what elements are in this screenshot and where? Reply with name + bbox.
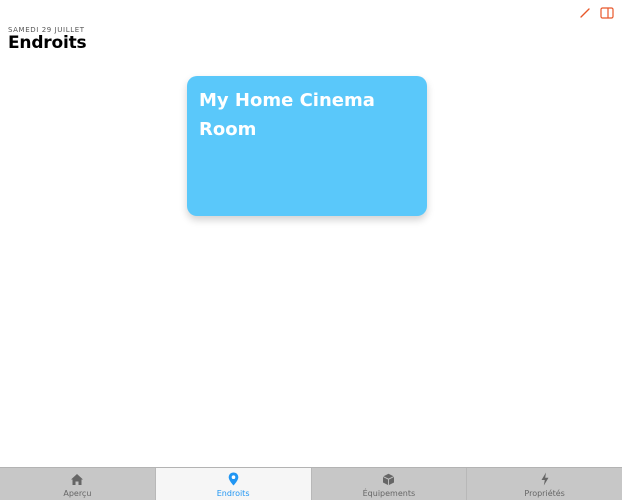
tab-proprietes[interactable]: Propriétés bbox=[467, 468, 622, 500]
toolbar-actions bbox=[578, 6, 614, 20]
app-screen: SAMEDI 29 JUILLET Endroits My Home Cinem… bbox=[0, 0, 622, 500]
tab-label-endroits: Endroits bbox=[216, 489, 250, 498]
tab-label-apercu: Aperçu bbox=[63, 489, 92, 498]
edit-button[interactable] bbox=[578, 6, 592, 20]
place-card-title: My Home Cinema Room bbox=[199, 90, 375, 140]
edit-icon bbox=[580, 8, 590, 18]
tab-bar: Aperçu Endroits Équipements Propriétés bbox=[0, 467, 622, 500]
location-pin-icon bbox=[228, 472, 238, 486]
page-title: Endroits bbox=[8, 33, 87, 53]
tab-label-proprietes: Propriétés bbox=[524, 489, 565, 498]
sidebar-icon bbox=[600, 7, 614, 19]
place-card-home-cinema[interactable]: My Home Cinema Room bbox=[187, 76, 427, 216]
tab-apercu[interactable]: Aperçu bbox=[0, 468, 156, 500]
sidebar-toggle-button[interactable] bbox=[600, 6, 614, 20]
tab-endroits[interactable]: Endroits bbox=[155, 468, 312, 500]
home-icon bbox=[71, 473, 84, 485]
tab-label-equipements: Équipements bbox=[362, 489, 416, 498]
tab-equipements[interactable]: Équipements bbox=[312, 468, 468, 500]
page-header: SAMEDI 29 JUILLET Endroits bbox=[8, 26, 87, 53]
lightning-icon bbox=[541, 472, 549, 486]
box-icon bbox=[383, 473, 395, 485]
